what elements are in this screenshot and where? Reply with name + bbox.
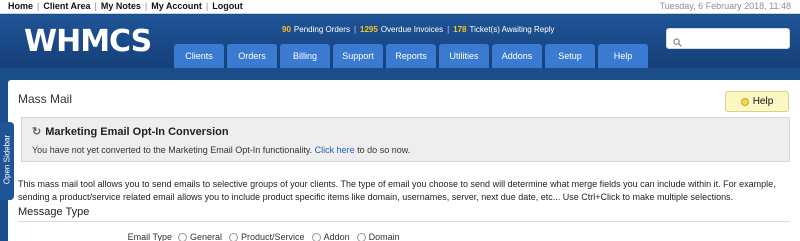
message-type-heading: Message Type [18,206,90,218]
tab-help[interactable]: Help [598,44,648,68]
refresh-icon: ↻ [32,126,42,138]
lightbulb-icon [740,97,749,106]
divider [18,221,790,222]
alert-title-text: Marketing Email Opt-In Conversion [45,125,229,138]
radio-domain[interactable]: Domain [356,232,400,241]
radio-label: Product/Service [241,232,305,241]
top-link-my-account[interactable]: My Account [151,1,202,11]
radio-label: General [190,232,223,241]
email-type-label: Email Type [127,232,172,241]
alert-text-after: to do so now. [354,145,411,155]
pending-orders-label[interactable]: Pending Orders [294,25,350,34]
separator: | [144,1,148,11]
overdue-invoices-count[interactable]: 1295 [360,25,378,34]
open-sidebar-toggle[interactable]: Open Sidebar [0,122,14,200]
tab-reports[interactable]: Reports [386,44,436,68]
radio-button[interactable] [178,232,187,241]
logo-text: WHMCS [24,24,152,59]
page-title: Mass Mail [18,92,73,106]
mass-mail-description: This mass mail tool allows you to send e… [18,179,776,202]
top-links: Home | Client Area | My Notes | My Accou… [8,1,243,11]
tab-clients[interactable]: Clients [174,44,224,68]
radio-general[interactable]: General [178,232,222,241]
radio-button[interactable] [229,232,239,241]
open-sidebar-label: Open Sidebar [2,134,12,185]
help-button[interactable]: Help [725,91,789,112]
separator: | [205,1,209,11]
alert-text-before: You have not yet converted to the Market… [32,145,315,155]
radio-button[interactable] [311,232,321,241]
email-type-row: Email Type General Product/Service Addon… [18,231,790,241]
alert-title: ↻ Marketing Email Opt-In Conversion [32,125,229,139]
top-bar: Home | Client Area | My Notes | My Accou… [0,0,800,14]
main-nav: Clients Orders Billing Support Reports U… [174,44,648,68]
tab-billing[interactable]: Billing [280,44,330,68]
radio-label: Addon [323,232,350,241]
pending-orders-count[interactable]: 90 [282,25,291,34]
current-date: Tuesday, 6 February 2018, 11:48 [659,1,791,11]
overdue-invoices-label[interactable]: Overdue Invoices [381,25,443,34]
header: WHMCS 90 Pending Orders | 1295 Overdue I… [0,15,800,68]
tab-addons[interactable]: Addons [492,44,542,68]
radio-button[interactable] [356,232,366,241]
separator: | [353,25,357,34]
tab-support[interactable]: Support [333,44,383,68]
main-content: Mass Mail Help ↻ Marketing Email Opt-In … [8,80,800,241]
tickets-awaiting-count[interactable]: 178 [453,25,466,34]
top-link-home[interactable]: Home [8,1,33,11]
search-icon [673,34,682,47]
whmcs-logo[interactable]: WHMCS [24,24,152,59]
top-link-my-notes[interactable]: My Notes [101,1,141,11]
opt-in-alert: ↻ Marketing Email Opt-In Conversion You … [21,117,790,162]
search-input[interactable] [686,33,786,44]
radio-addon[interactable]: Addon [311,232,350,241]
tickets-awaiting-label[interactable]: Ticket(s) Awaiting Reply [470,25,555,34]
radio-product-service[interactable]: Product/Service [229,232,305,241]
separator: | [94,1,97,11]
search-box [666,28,790,49]
radio-label: Domain [368,232,400,241]
header-stats: 90 Pending Orders | 1295 Overdue Invoice… [282,25,554,34]
tab-setup[interactable]: Setup [545,44,595,68]
separator: | [447,25,450,34]
top-link-client-area[interactable]: Client Area [43,1,90,11]
separator: | [37,1,40,11]
tab-utilities[interactable]: Utilities [439,44,489,68]
alert-click-here-link[interactable]: Click here [315,145,355,155]
tab-orders[interactable]: Orders [227,44,277,68]
alert-text: You have not yet converted to the Market… [32,145,410,155]
top-link-logout[interactable]: Logout [212,1,243,11]
help-button-label: Help [752,96,774,107]
